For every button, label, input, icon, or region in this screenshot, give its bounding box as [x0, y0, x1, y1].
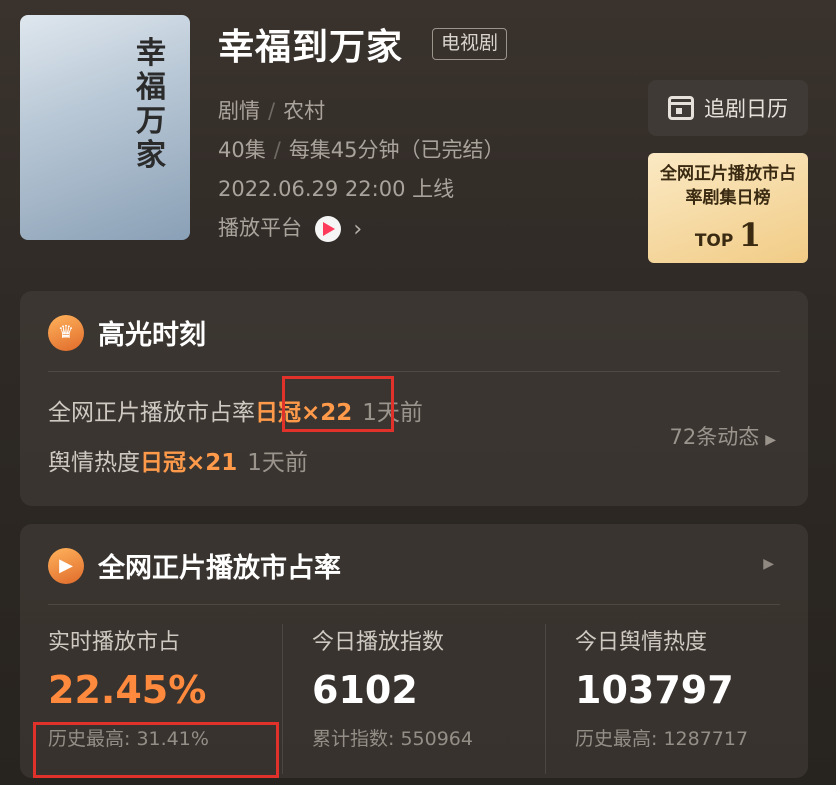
- episode-info: 每集45分钟（已完结）: [288, 138, 505, 162]
- stat-annotation-box: [33, 722, 279, 778]
- genre-item: 农村: [283, 99, 326, 123]
- rank-top-label: TOP: [694, 231, 734, 251]
- stat-block: 今日舆情热度 103797 历史最高: 1287717: [575, 624, 815, 751]
- type-tag: 电视剧: [432, 28, 508, 60]
- genre-line: 剧情 / 农村: [218, 95, 325, 125]
- rank-badge[interactable]: 全网正片播放市占率剧集日榜 TOP 1: [648, 153, 808, 263]
- highlight-header: ♛ 高光时刻: [48, 313, 206, 352]
- episode-line: 40集 / 每集45分钟（已完结）: [218, 134, 505, 164]
- stat-block: 今日播放指数 6102 累计指数: 550964: [312, 624, 552, 751]
- stat-value: 6102: [312, 668, 418, 712]
- highlight-row[interactable]: 舆情热度日冠×21 1天前: [48, 443, 308, 477]
- highlight-card: ♛ 高光时刻 全网正片播放市占率日冠×22 1天前 舆情热度日冠×21 1天前 72…: [20, 291, 808, 506]
- highlight-row-time: 1天前: [247, 450, 308, 476]
- divider: [545, 624, 546, 774]
- platform-label: 播放平台: [218, 216, 302, 240]
- divider: [48, 371, 780, 372]
- calendar-label: 追剧日历: [704, 97, 788, 121]
- episode-count: 40集: [218, 138, 266, 162]
- drama-poster[interactable]: 幸福 万家: [20, 15, 190, 240]
- film-icon: ▶: [48, 547, 84, 584]
- separator: /: [273, 138, 281, 162]
- stat-sub: 历史最高: 1287717: [575, 728, 749, 750]
- calendar-button[interactable]: 追剧日历: [648, 80, 808, 136]
- market-share-card: ▶ 全网正片播放市占率 ▶ 实时播放市占 22.45% 历史最高: 31.41%…: [20, 524, 808, 778]
- highlight-row-value: 日冠×21: [140, 450, 238, 476]
- more-updates-link[interactable]: 72条动态 ▶: [669, 421, 776, 451]
- medal-icon: ♛: [48, 314, 84, 351]
- highlight-row-label: 全网正片播放市占率: [48, 400, 255, 426]
- stat-label: 实时播放市占: [48, 630, 181, 655]
- poster-calligraphy: 幸福 万家: [136, 36, 166, 173]
- play-arrow-icon[interactable]: ▶: [763, 556, 774, 572]
- separator: /: [268, 99, 276, 123]
- calendar-icon: [668, 96, 694, 120]
- divider: [48, 604, 780, 605]
- market-share-title: 全网正片播放市占率: [98, 553, 341, 584]
- play-arrow-icon: ▶: [765, 432, 776, 448]
- rank-position: TOP 1: [648, 216, 808, 254]
- highlight-annotation-box: [282, 376, 394, 432]
- platform-logo-icon: [314, 216, 341, 242]
- more-updates-label: 72条动态: [669, 425, 760, 449]
- highlight-title: 高光时刻: [98, 320, 206, 351]
- drama-title: 幸福到万家: [218, 27, 404, 68]
- market-share-header: ▶ 全网正片播放市占率: [48, 546, 341, 585]
- chevron-right-icon: ›: [353, 216, 363, 242]
- highlight-row-label: 舆情热度: [48, 450, 140, 476]
- stat-sub: 累计指数: 550964: [312, 728, 473, 750]
- stat-label: 今日播放指数: [312, 630, 445, 655]
- rank-number: 1: [738, 216, 762, 254]
- genre-item: 剧情: [218, 99, 260, 123]
- stat-label: 今日舆情热度: [575, 630, 708, 655]
- stat-value: 22.45%: [48, 668, 207, 712]
- stat-value: 103797: [575, 668, 734, 712]
- platform-link[interactable]: 播放平台 ›: [218, 212, 362, 242]
- rank-title: 全网正片播放市占率剧集日榜: [660, 164, 796, 208]
- divider: [282, 624, 283, 774]
- release-date: 2022.06.29 22:00 上线: [218, 177, 455, 201]
